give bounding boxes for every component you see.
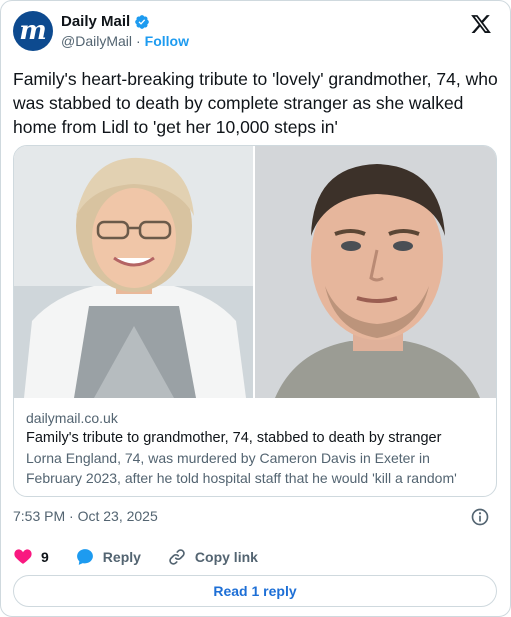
link-preview-media (14, 146, 496, 398)
heart-icon (14, 549, 32, 564)
link-domain: dailymail.co.uk (26, 410, 118, 426)
separator: · (136, 33, 141, 49)
reply-button[interactable]: Reply (75, 547, 141, 567)
verified-badge-icon (135, 14, 150, 29)
link-icon (169, 549, 185, 565)
like-button[interactable]: 9 (13, 547, 49, 567)
follow-button[interactable]: Follow (145, 33, 189, 49)
handle-row: @DailyMail · Follow (61, 33, 189, 49)
grandmother-photo (14, 146, 253, 398)
author-name[interactable]: Daily Mail (61, 13, 130, 30)
link-preview-meta: dailymail.co.uk Family's tribute to gran… (26, 408, 484, 488)
tweet-header: m Daily Mail @DailyMail · Follow (13, 11, 498, 53)
grandmother-illustration (14, 146, 253, 398)
like-count: 9 (41, 549, 49, 565)
tweet-actions: 9 Reply Copy link (13, 545, 284, 569)
read-replies-button[interactable]: Read 1 reply (13, 575, 497, 607)
info-icon[interactable] (470, 507, 490, 527)
tweet-text: Family's heart-breaking tribute to 'love… (13, 69, 498, 137)
link-description: Lorna England, 74, was murdered by Camer… (26, 450, 457, 486)
author-name-row: Daily Mail (61, 13, 150, 30)
x-logo-icon[interactable] (470, 13, 492, 35)
reply-label: Reply (102, 549, 141, 565)
copy-link-label: Copy link (194, 549, 258, 565)
tweet-card: m Daily Mail @DailyMail · Follow Family'… (0, 0, 511, 617)
suspect-photo (255, 146, 496, 398)
copy-link-button[interactable]: Copy link (167, 547, 258, 567)
link-preview-card[interactable]: dailymail.co.uk Family's tribute to gran… (13, 145, 497, 497)
suspect-illustration (255, 146, 496, 398)
reply-bubble-icon (76, 549, 93, 565)
avatar[interactable]: m (13, 11, 53, 51)
tweet-timestamp[interactable]: 7:53 PM · Oct 23, 2025 (13, 508, 158, 524)
link-title: Family's tribute to grandmother, 74, sta… (26, 430, 442, 446)
author-handle[interactable]: @DailyMail (61, 33, 132, 49)
